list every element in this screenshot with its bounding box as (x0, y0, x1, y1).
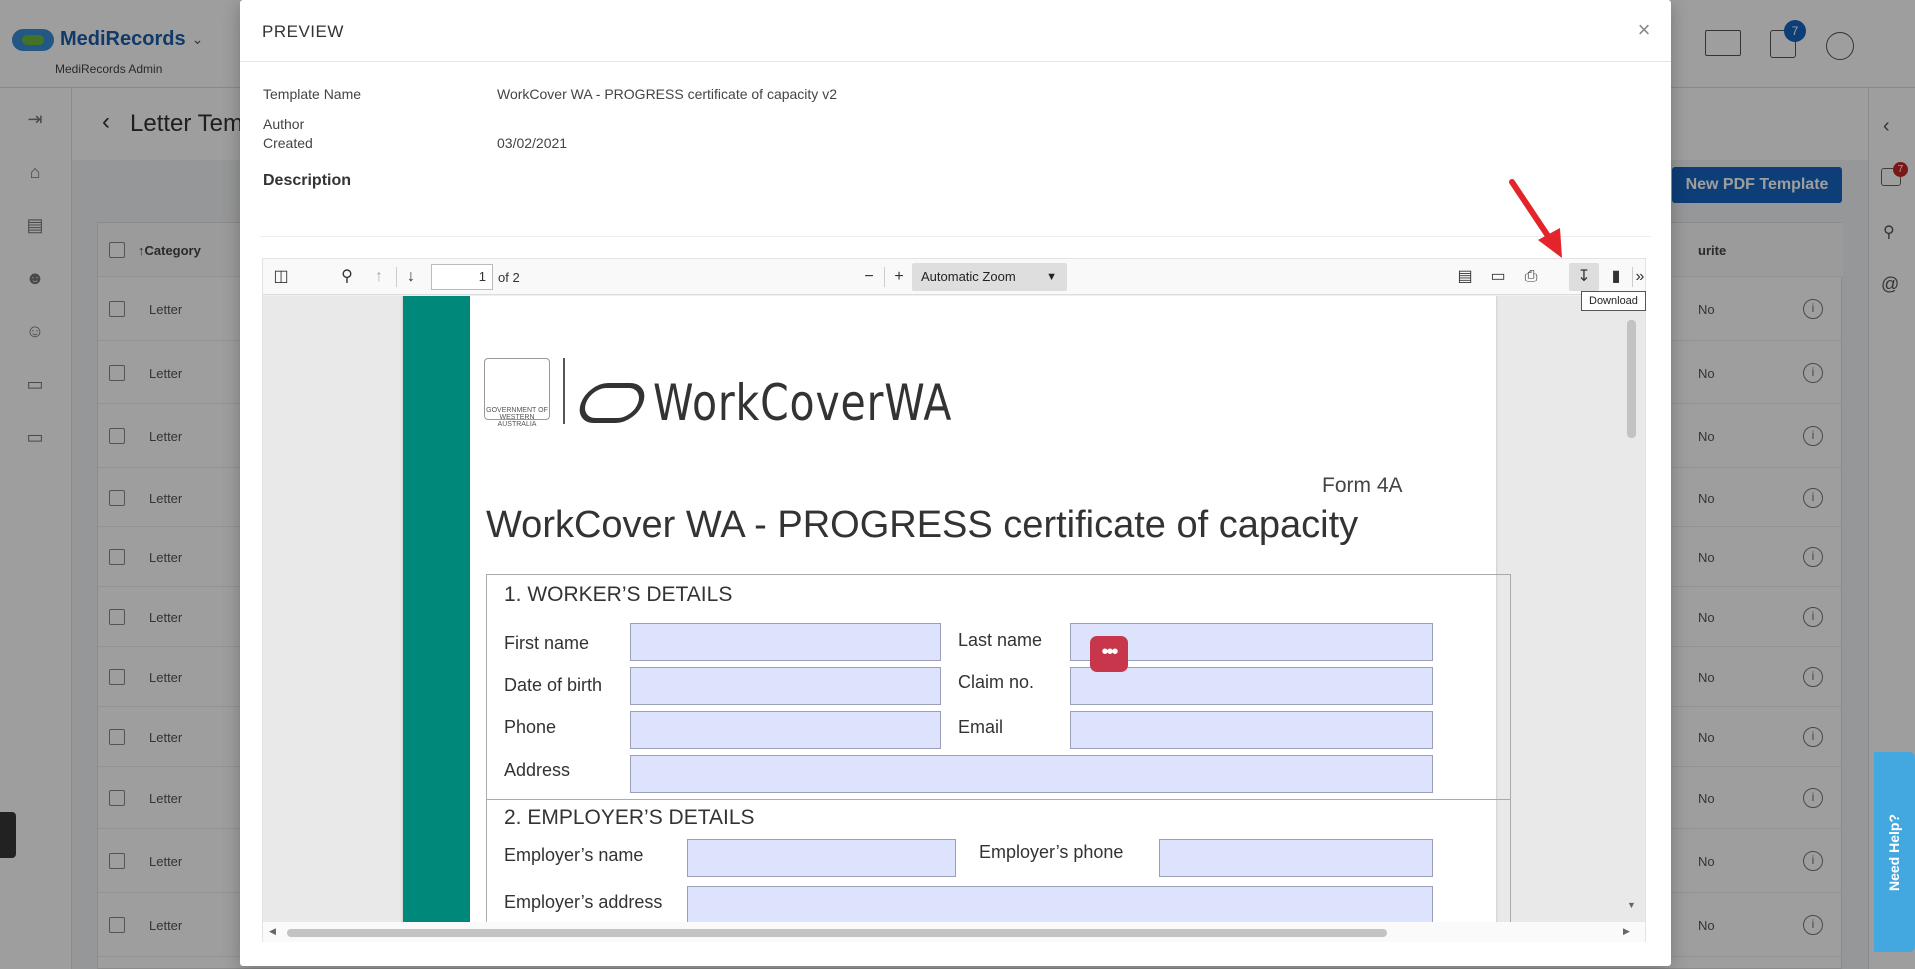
print-icon[interactable]: ⎙ (1519, 265, 1543, 289)
section-heading: 1. WORKER’S DETAILS (504, 583, 733, 606)
employer-address-field[interactable] (687, 886, 1433, 922)
scroll-right-icon[interactable]: ▶ (1623, 926, 1630, 937)
pdf-toolbar: ◫ ⚲ ↑ ↓ 1 of 2 − + Automatic Zoom ▼ ▤ ▭ ⎙… (263, 259, 1645, 295)
need-help-button[interactable]: Need Help? (1874, 752, 1915, 952)
phone-label: Phone (504, 717, 557, 737)
employer-phone-field[interactable] (1159, 839, 1433, 877)
workcover-logo: WorkCoverWA (573, 374, 1018, 432)
pdf-viewer: ◫ ⚲ ↑ ↓ 1 of 2 − + Automatic Zoom ▼ ▤ ▭ ⎙… (262, 258, 1646, 942)
workcover-mark-icon (573, 383, 651, 423)
logo-divider (563, 358, 565, 424)
template-name-label: Template Name (263, 86, 362, 102)
wa-government-crest-icon: GOVERNMENT OF WESTERN AUSTRALIA (484, 358, 550, 428)
pdf-page: GOVERNMENT OF WESTERN AUSTRALIA WorkCove… (403, 296, 1511, 922)
sidebar-toggle-icon[interactable]: ◫ (269, 265, 293, 289)
email-field[interactable] (1070, 711, 1433, 749)
zoom-value: Automatic Zoom (921, 269, 1016, 284)
separator (884, 267, 885, 287)
created-label: Created (263, 135, 313, 151)
vertical-scrollbar[interactable]: ▼ (1623, 296, 1643, 922)
presentation-mode-icon[interactable]: ▤ (1453, 265, 1477, 289)
address-field[interactable] (630, 755, 1433, 793)
address-label: Address (504, 760, 571, 780)
author-label: Author (263, 116, 305, 132)
tools-menu-icon[interactable]: » (1635, 265, 1645, 289)
employer-name-field[interactable] (687, 839, 956, 877)
employer-phone-label: Employer’s phone (979, 842, 1124, 862)
scroll-left-icon[interactable]: ◀ (269, 926, 276, 937)
download-tooltip: Download (1581, 291, 1646, 311)
date-of-birth-field[interactable] (630, 667, 941, 705)
employer-address-label: Employer’s address (504, 892, 663, 912)
phone-field[interactable] (630, 711, 941, 749)
section-heading: 2. EMPLOYER’S DETAILS (504, 806, 755, 829)
divider (260, 236, 1651, 237)
green-margin-bar (403, 296, 470, 922)
horizontal-scrollbar[interactable]: ◀ ▶ (263, 922, 1645, 942)
divider (240, 61, 1671, 62)
red-arrow-annotation (1509, 179, 1562, 258)
open-file-icon[interactable]: ▭ (1486, 265, 1510, 289)
zoom-out-icon[interactable]: − (857, 265, 881, 289)
last-name-label: Last name (958, 630, 1043, 650)
employers-details-section: 2. EMPLOYER’S DETAILS Employer’s name Em… (486, 800, 1511, 922)
zoom-in-icon[interactable]: + (887, 265, 911, 289)
description-label: Description (263, 172, 352, 189)
zoom-select[interactable]: Automatic Zoom ▼ (912, 263, 1067, 291)
scroll-down-icon[interactable]: ▼ (1627, 900, 1636, 910)
pdf-canvas-area[interactable]: GOVERNMENT OF WESTERN AUSTRALIA WorkCove… (263, 296, 1645, 922)
side-tab-handle[interactable] (0, 812, 16, 858)
download-icon[interactable]: ↧ (1572, 265, 1596, 289)
claim-no-label: Claim no. (958, 672, 1035, 692)
form-title: WorkCover WA - PROGRESS certificate of c… (486, 504, 1359, 546)
next-page-icon[interactable]: ↓ (399, 265, 423, 289)
form-number: Form 4A (1322, 474, 1403, 497)
bookmark-icon[interactable]: ▮ (1604, 265, 1628, 289)
previous-page-icon[interactable]: ↑ (367, 265, 391, 289)
email-label: Email (958, 717, 1004, 737)
workers-details-section: 1. WORKER’S DETAILS First name Last name… (486, 574, 1511, 800)
chevron-down-icon: ▼ (1046, 271, 1057, 283)
search-icon[interactable]: ⚲ (335, 265, 359, 289)
separator (1632, 267, 1633, 287)
date-of-birth-label: Date of birth (504, 675, 603, 695)
first-name-field[interactable] (630, 623, 941, 661)
template-name-value: WorkCover WA - PROGRESS certificate of c… (497, 86, 837, 102)
separator (396, 267, 397, 287)
created-value: 03/02/2021 (497, 135, 568, 151)
preview-modal: PREVIEW × Template Name WorkCover WA - P… (240, 0, 1671, 966)
modal-title: PREVIEW (262, 22, 344, 41)
page-count: of 2 (498, 270, 520, 285)
close-icon[interactable]: × (1632, 18, 1656, 42)
page-number-input[interactable]: 1 (431, 264, 493, 290)
first-name-label: First name (504, 633, 590, 653)
scroll-thumb[interactable] (287, 929, 1387, 937)
workcover-logo-text: WorkCoverWA (653, 374, 953, 432)
password-manager-icon[interactable]: ••• (1090, 636, 1128, 672)
claim-no-field[interactable] (1070, 667, 1433, 705)
employer-name-label: Employer’s name (504, 845, 644, 865)
scroll-thumb[interactable] (1627, 320, 1636, 438)
